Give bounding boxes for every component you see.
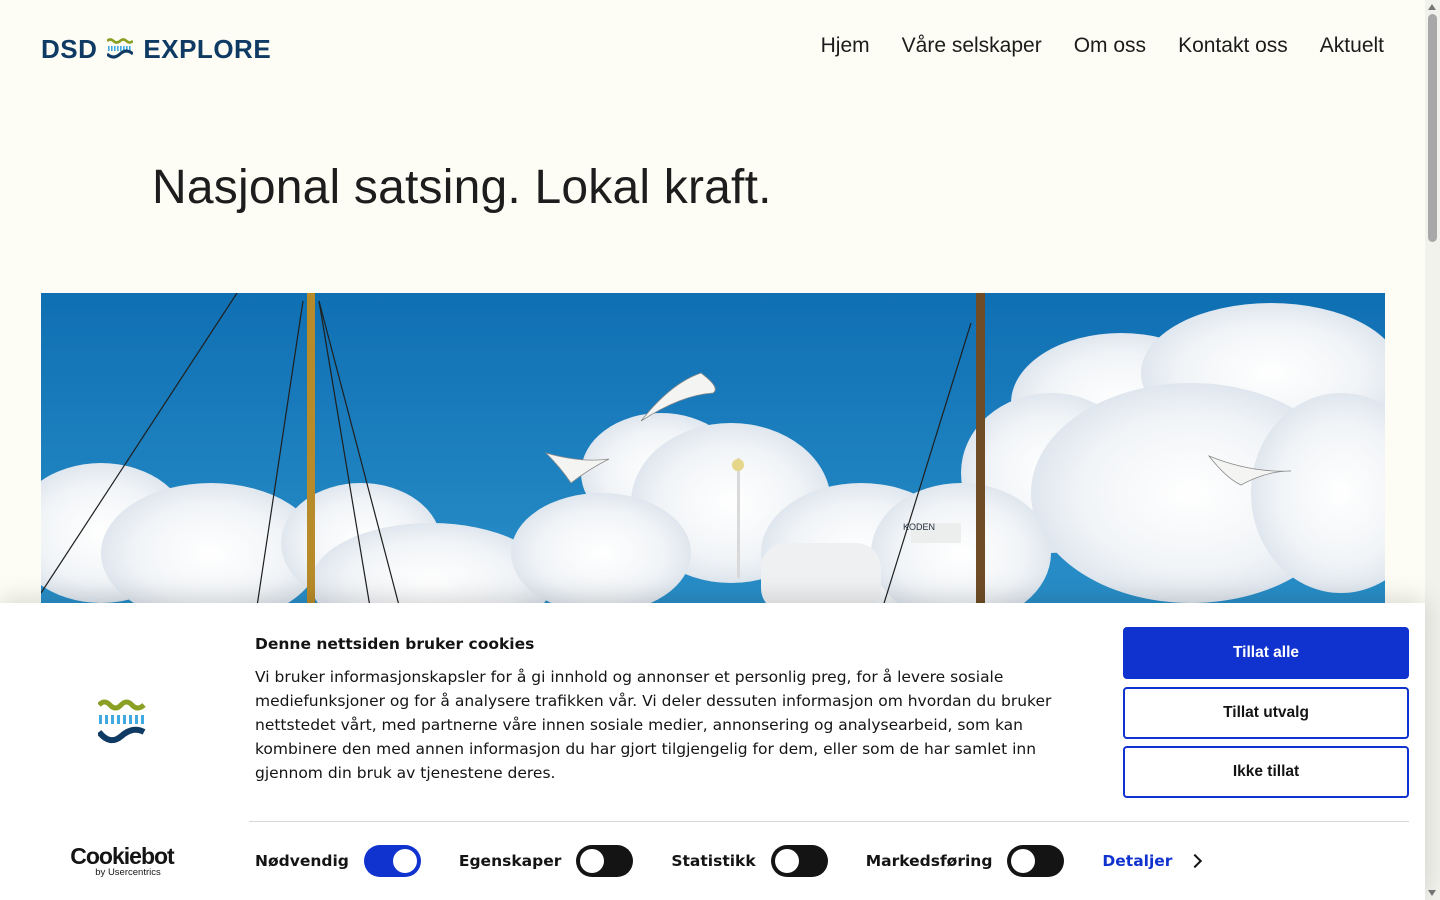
- allow-selection-button[interactable]: Tillat utvalg: [1123, 687, 1409, 739]
- toggle-label: Statistikk: [671, 852, 756, 870]
- toggle-label: Markedsføring: [865, 852, 993, 870]
- scroll-down-icon[interactable]: [1428, 890, 1436, 896]
- hero-image: KODEN: [41, 293, 1385, 613]
- wave-logo-icon: [98, 699, 146, 744]
- cookie-divider: [249, 821, 1409, 822]
- scroll-thumb[interactable]: [1428, 14, 1437, 242]
- cookiebot-by: by Usercentrics: [95, 867, 161, 878]
- scroll-up-icon[interactable]: [1428, 4, 1436, 10]
- boat-label: KODEN: [903, 522, 935, 532]
- nav-item-kontakt-oss[interactable]: Kontakt oss: [1178, 34, 1288, 58]
- main-nav: Hjem Våre selskaper Om oss Kontakt oss A…: [821, 34, 1384, 58]
- cookiebot-logo[interactable]: Cookiebot by Usercentrics: [70, 843, 174, 879]
- allow-all-button[interactable]: Tillat alle: [1123, 627, 1409, 679]
- toggle-necessary: Nødvendig: [255, 845, 421, 877]
- nav-item-aktuelt[interactable]: Aktuelt: [1320, 34, 1384, 58]
- switch-knob: [774, 849, 799, 873]
- consent-toggles: Nødvendig Egenskaper Statistikk Markedsf…: [255, 844, 1203, 878]
- cookie-title: Denne nettsiden bruker cookies: [255, 635, 535, 653]
- statistics-switch[interactable]: [770, 845, 828, 877]
- toggle-statistics: Statistikk: [671, 845, 828, 877]
- page-headline: Nasjonal satsing. Lokal kraft.: [152, 161, 772, 214]
- details-label: Detaljer: [1102, 852, 1173, 870]
- cookie-description: Vi bruker informasjonskapsler for å gi i…: [255, 668, 1052, 782]
- switch-knob: [392, 849, 417, 873]
- deny-button[interactable]: Ikke tillat: [1123, 746, 1409, 798]
- details-link[interactable]: Detaljer: [1102, 852, 1203, 870]
- toggle-label: Egenskaper: [458, 852, 562, 870]
- nav-item-vare-selskaper[interactable]: Våre selskaper: [902, 34, 1042, 58]
- necessary-switch[interactable]: [363, 845, 421, 877]
- marketing-switch[interactable]: [1007, 845, 1065, 877]
- switch-knob: [1011, 849, 1036, 873]
- nav-item-hjem[interactable]: Hjem: [821, 34, 870, 58]
- site-header: DSD EXPLORE Hjem Våre selskaper Om oss K…: [0, 0, 1425, 100]
- switch-knob: [580, 849, 605, 873]
- site-logo[interactable]: DSD EXPLORE: [41, 34, 271, 64]
- nav-item-om-oss[interactable]: Om oss: [1074, 34, 1146, 58]
- cookiebot-name: Cookiebot: [70, 843, 174, 869]
- toggle-preferences: Egenskaper: [458, 845, 634, 877]
- wave-logo-icon: [107, 38, 134, 59]
- page-scrollbar[interactable]: [1425, 0, 1440, 900]
- toggle-label: Nødvendig: [255, 852, 349, 870]
- logo-text-dsd: DSD: [41, 33, 98, 64]
- chevron-right-icon: [1188, 853, 1203, 869]
- toggle-marketing: Markedsføring: [866, 845, 1065, 877]
- cookie-banner: Cookiebot by Usercentrics Denne nettside…: [0, 603, 1425, 900]
- logo-text-explore: EXPLORE: [143, 33, 272, 64]
- preferences-switch[interactable]: [576, 845, 634, 877]
